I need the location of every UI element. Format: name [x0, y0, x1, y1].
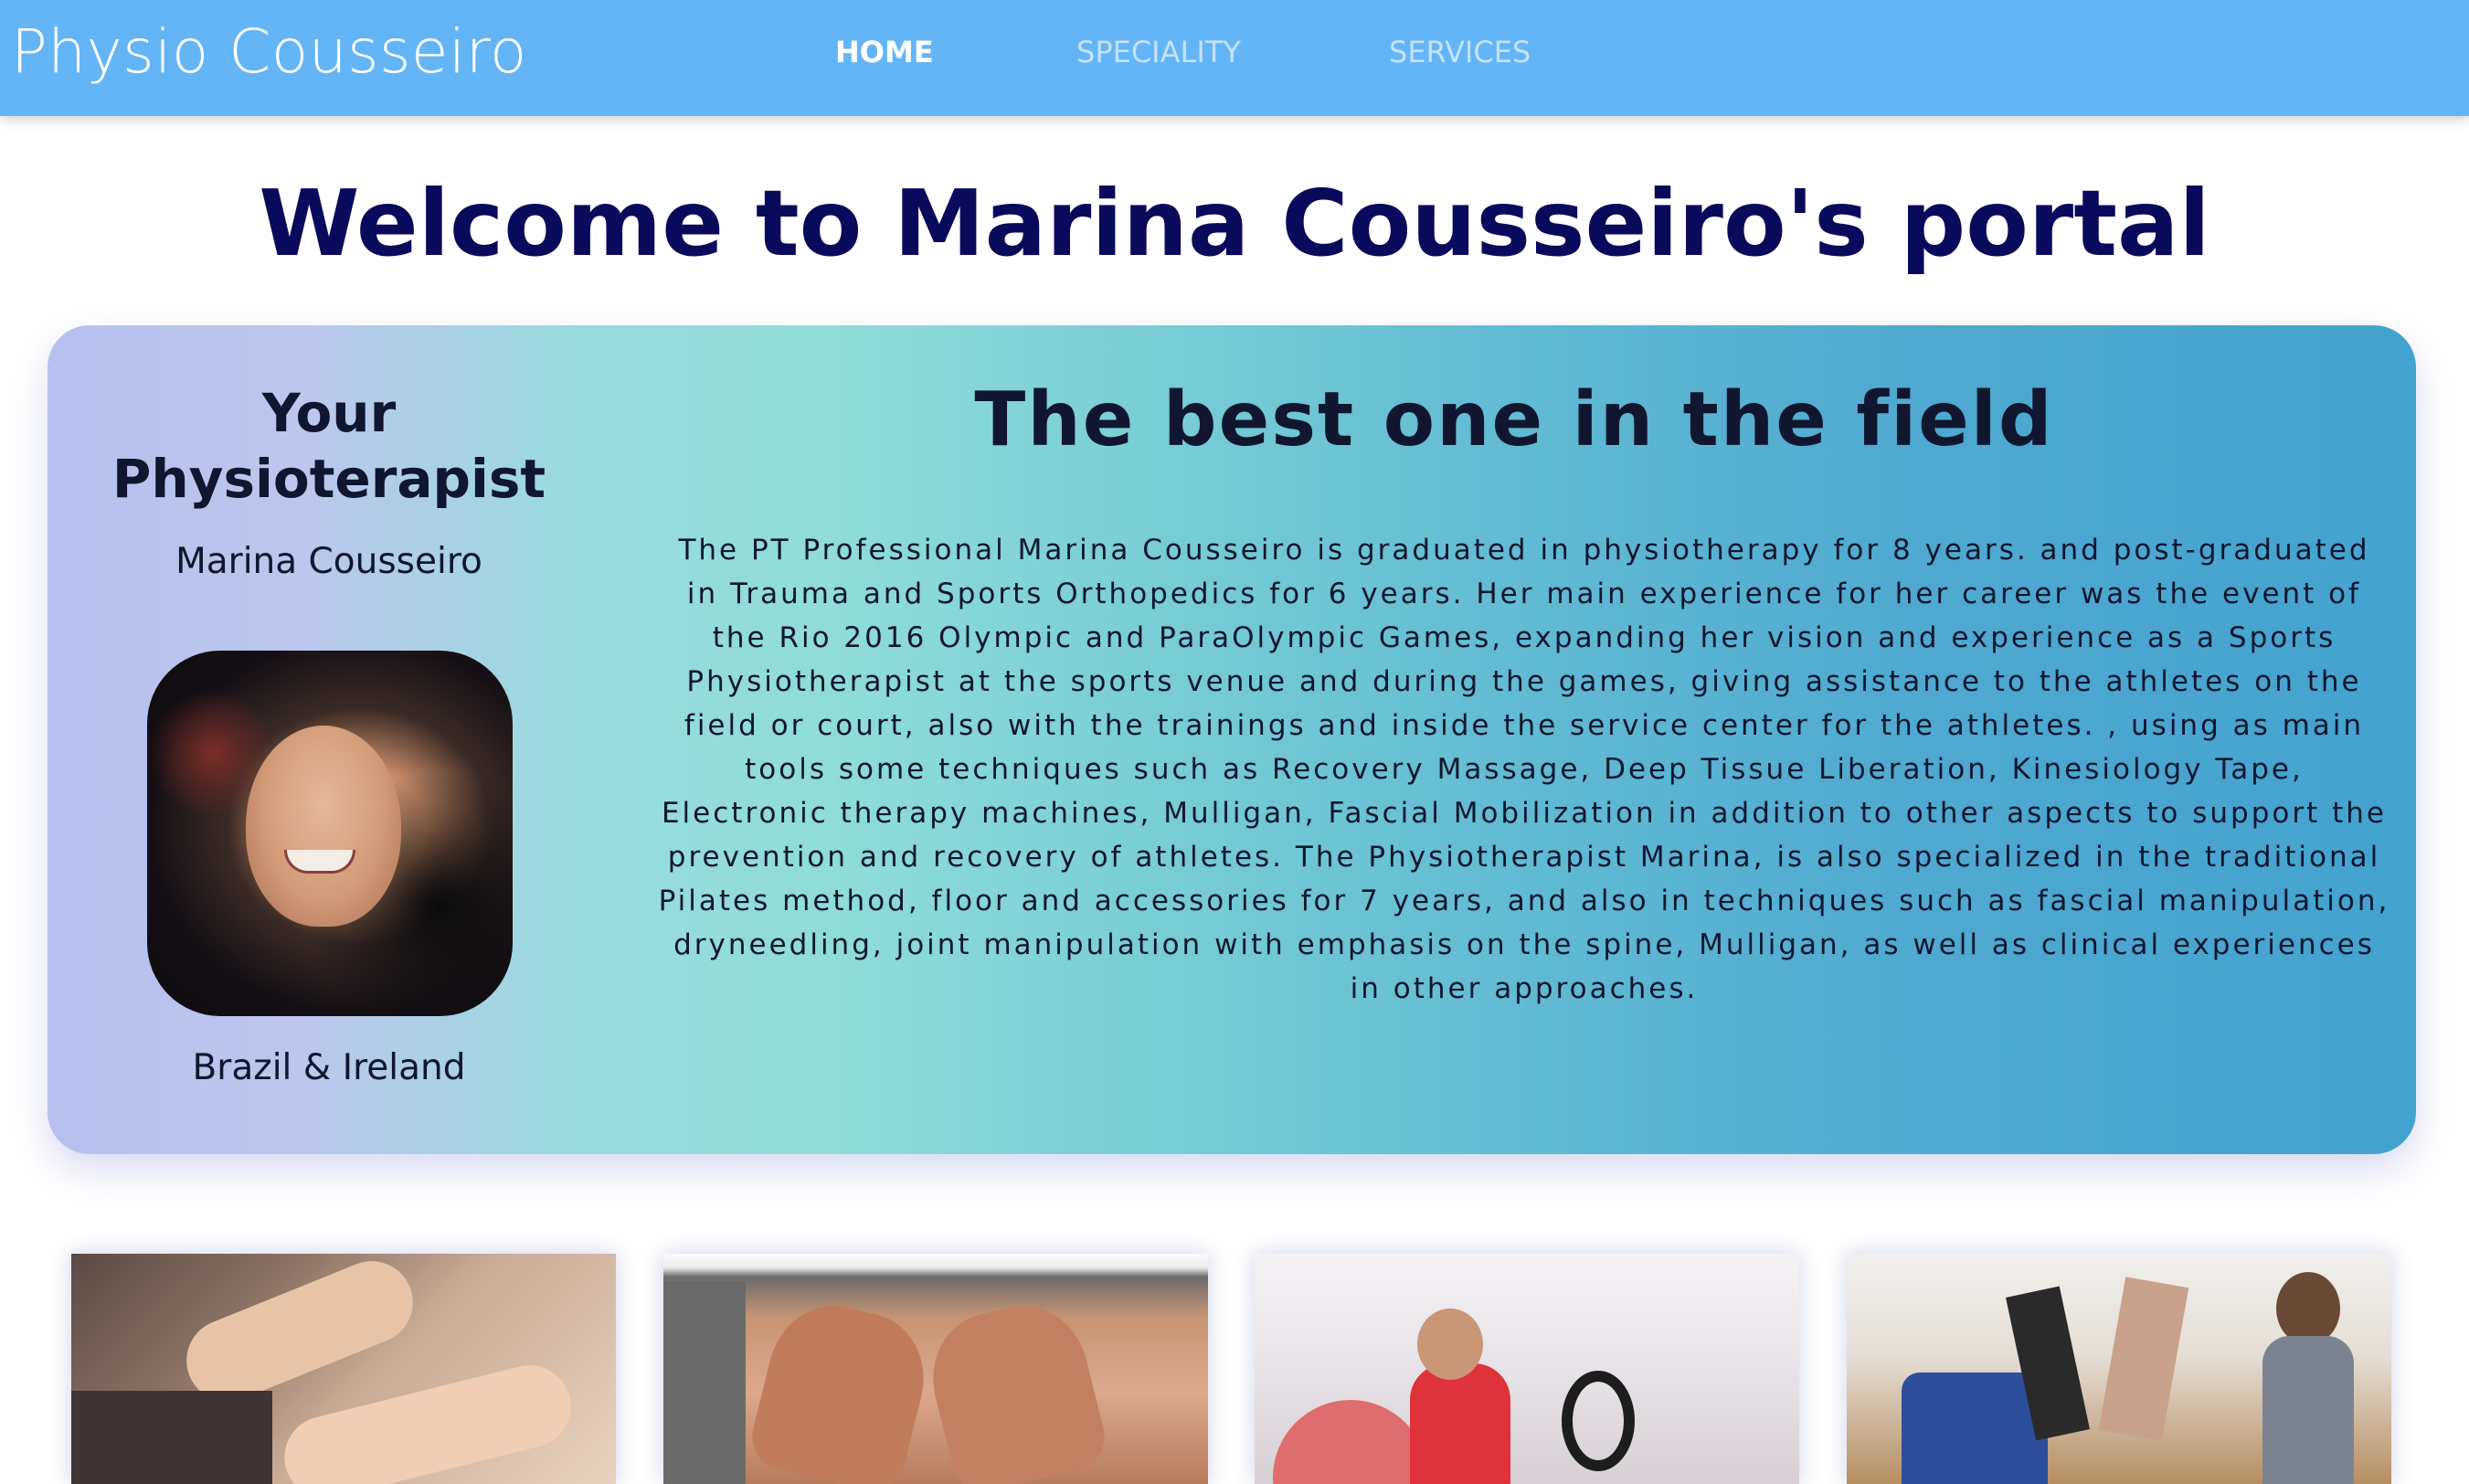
portrait-photo — [147, 651, 513, 1016]
top-navbar: Physio Cousseiro HOME SPECIALITY SERVICE… — [0, 0, 2469, 116]
pilates-ring-photo[interactable] — [1255, 1254, 1799, 1484]
service-cards — [0, 1254, 2469, 1484]
profile-column: Your Physioterapist Marina Cousseiro Bra… — [48, 325, 610, 1154]
about-title: The best one in the field — [974, 376, 2054, 463]
page-title: Welcome to Marina Cousseiro's portal — [259, 170, 2210, 277]
profile-location: Brazil & Ireland — [192, 1047, 466, 1088]
pilates-studio-photo[interactable] — [1847, 1254, 2391, 1484]
profile-heading: Your Physioterapist — [111, 382, 546, 510]
profile-name: Marina Cousseiro — [175, 541, 482, 582]
about-bio: The PT Professional Marina Cousseiro is … — [658, 534, 2390, 1005]
nav-services[interactable]: SERVICES — [1389, 35, 1531, 69]
dry-needling-photo[interactable] — [71, 1254, 616, 1484]
hero-card: Your Physioterapist Marina Cousseiro Bra… — [48, 325, 2416, 1154]
back-massage-photo[interactable] — [663, 1254, 1208, 1484]
nav-speciality[interactable]: SPECIALITY — [1076, 35, 1241, 69]
brand-logo[interactable]: Physio Cousseiro — [11, 16, 527, 87]
portrait-face — [246, 726, 401, 927]
nav-home[interactable]: HOME — [835, 35, 934, 69]
